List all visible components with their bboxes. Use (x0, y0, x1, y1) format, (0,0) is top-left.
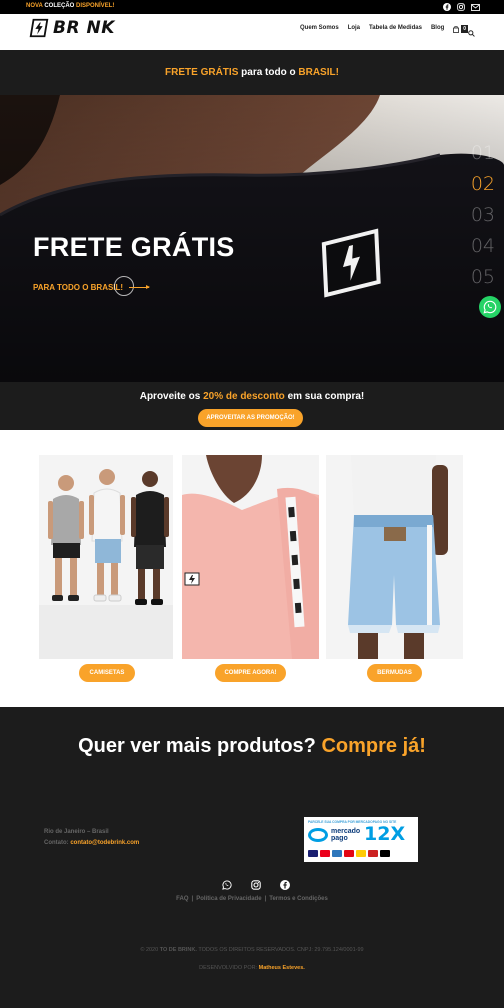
hero-cta-link[interactable]: PARA TODO O BRASIL! (33, 276, 151, 296)
more-products-heading: Quer ver mais produtos? Compre já! (0, 735, 504, 758)
nav-quem-somos[interactable]: Quem Somos (300, 25, 339, 33)
discount-text-start: Aproveite os (139, 391, 201, 402)
logo-text: BR NK (53, 18, 115, 38)
promo-button[interactable]: APROVEITAR AS PROMOÇÃO! (198, 409, 303, 427)
arrow-right-icon (129, 285, 151, 289)
search-icon[interactable] (468, 24, 475, 42)
visa-card-icon (308, 850, 318, 857)
footer-links: FAQ | Política de Privacidade | Termos e Con… (0, 896, 504, 902)
slide-pagination: 01 02 03 04 05 (471, 143, 495, 287)
hero-cta-text: PARA TODO O BRASIL! (33, 283, 124, 292)
whatsapp-icon[interactable] (221, 879, 232, 890)
cta-ring-decoration (114, 276, 134, 296)
footer-contact-info: Rio de Janeiro – Brasil Contato: contato… (44, 827, 139, 849)
free-shipping-text: FRETE GRÁTIS para todo o BRASIL! (165, 67, 339, 78)
contact-label: Contato: (44, 839, 69, 846)
footer-contact-line: Contato: contato@todebrink.com (44, 838, 139, 849)
banner-highlight-2: BRASIL! (298, 67, 339, 78)
copyright-brand: TO DE BRINK. (159, 947, 197, 953)
main-nav: Quem Somos Loja Tabela de Medidas Blog 0 (300, 25, 475, 37)
footer-location: Rio de Janeiro – Brasil (44, 829, 109, 835)
footer-social-links (221, 879, 290, 890)
site-header: BR NK Quem Somos Loja Tabela de Medidas … (0, 14, 504, 50)
footer-link-faq[interactable]: FAQ (176, 896, 188, 902)
developer-credit: DESENVOLVIDO POR: Matheus Esteves. (0, 965, 504, 971)
facebook-icon[interactable] (279, 879, 290, 890)
developer-name-link[interactable]: Matheus Esteves. (259, 965, 305, 971)
discount-text: Aproveite os 20% de desconto em sua comp… (0, 391, 504, 402)
mastercard-icon (320, 850, 330, 857)
promo-end-text: DISPONÍVEL! (76, 3, 115, 9)
link-separator: | (264, 896, 267, 902)
copyright-year: © 2020 (140, 947, 159, 953)
compre-agora-button[interactable]: COMPRE AGORA! (215, 664, 286, 682)
footer-link-terms[interactable]: Termos e Condições (269, 896, 328, 902)
mercadopago-banner: PARCELE SUA COMPRA POR MERCADOPAGO NO SI… (304, 817, 418, 862)
hero-slider: FRETE GRÁTIS PARA TODO O BRASIL! 01 02 0… (0, 95, 504, 382)
product-image-bermudas[interactable] (326, 455, 463, 659)
whatsapp-icon (483, 300, 497, 314)
promo-mid-text: COLEÇÃO (44, 3, 75, 9)
top-social-links (442, 2, 480, 12)
product-card-compre-agora: COMPRE AGORA! (182, 455, 319, 682)
slide-number-5[interactable]: 05 (471, 266, 495, 288)
nav-tabela-medidas[interactable]: Tabela de Medidas (369, 25, 422, 33)
product-categories: CAMISETAS COMPRE AGORA! BERMUDAS (0, 430, 504, 707)
copyright-text: © 2020 TO DE BRINK. TODOS OS DIREITOS RE… (0, 947, 504, 953)
camisetas-button[interactable]: CAMISETAS (79, 664, 135, 682)
discount-promo-section: Aproveite os 20% de desconto em sua comp… (0, 382, 504, 430)
lightning-logo-icon (29, 18, 49, 38)
product-card-camisetas: CAMISETAS (39, 455, 173, 682)
boleto-icon (380, 850, 390, 857)
instagram-icon[interactable] (456, 2, 466, 12)
mail-icon[interactable] (470, 2, 480, 12)
contact-email-link[interactable]: contato@todebrink.com (70, 840, 139, 846)
slide-number-2[interactable]: 02 (471, 173, 495, 195)
banner-mid: para todo o (241, 67, 296, 78)
hero-headline: FRETE GRÁTIS (33, 232, 235, 262)
installments-text: 12X (364, 823, 406, 845)
diners-card-icon (368, 850, 378, 857)
product-image-camisetas[interactable] (39, 455, 173, 659)
mercadopago-handshake-icon (308, 828, 328, 842)
discount-highlight: 20% de desconto (203, 391, 285, 402)
mercadopago-brand-line2: pago (331, 834, 348, 842)
site-logo[interactable]: BR NK (28, 17, 115, 39)
promo-new-text: NOVA (26, 3, 43, 9)
compre-ja-link[interactable]: Compre já! (321, 735, 425, 757)
payment-cards (308, 850, 390, 857)
mercadopago-brand: mercado pago (331, 828, 360, 842)
facebook-icon[interactable] (442, 2, 452, 12)
whatsapp-float-button[interactable] (479, 296, 501, 318)
cart-icon (453, 25, 460, 33)
elo-card-icon (356, 850, 366, 857)
copyright-rest: TODOS OS DIREITOS RESERVADOS. CNPJ: 29.7… (198, 947, 364, 953)
top-bar: NOVA COLEÇÃO DISPONÍVEL! (0, 0, 504, 14)
nav-loja[interactable]: Loja (348, 25, 360, 33)
cart-button[interactable]: 0 (453, 25, 469, 33)
instagram-icon[interactable] (250, 879, 261, 890)
product-image-compre-agora[interactable] (182, 455, 319, 659)
developer-label: DESENVOLVIDO POR: (199, 965, 258, 971)
amex-card-icon (332, 850, 342, 857)
slide-number-1[interactable]: 01 (471, 143, 495, 164)
slide-number-4[interactable]: 04 (471, 235, 495, 257)
bermudas-button[interactable]: BERMUDAS (367, 664, 422, 682)
hipercard-icon (344, 850, 354, 857)
discount-text-end: em sua compra! (287, 391, 365, 402)
banner-highlight-1: FRETE GRÁTIS (165, 67, 239, 78)
more-products-section: Quer ver mais produtos? Compre já! Rio d… (0, 707, 504, 1008)
top-promo-text: NOVA COLEÇÃO DISPONÍVEL! (26, 3, 114, 9)
nav-blog[interactable]: Blog (431, 25, 444, 33)
free-shipping-banner: FRETE GRÁTIS para todo o BRASIL! (0, 50, 504, 95)
link-separator: | (191, 896, 194, 902)
more-products-question: Quer ver mais produtos? (78, 735, 316, 757)
slide-number-3[interactable]: 03 (471, 204, 495, 226)
product-card-bermudas: BERMUDAS (326, 455, 463, 682)
footer-link-privacy[interactable]: Política de Privacidade (196, 896, 261, 902)
